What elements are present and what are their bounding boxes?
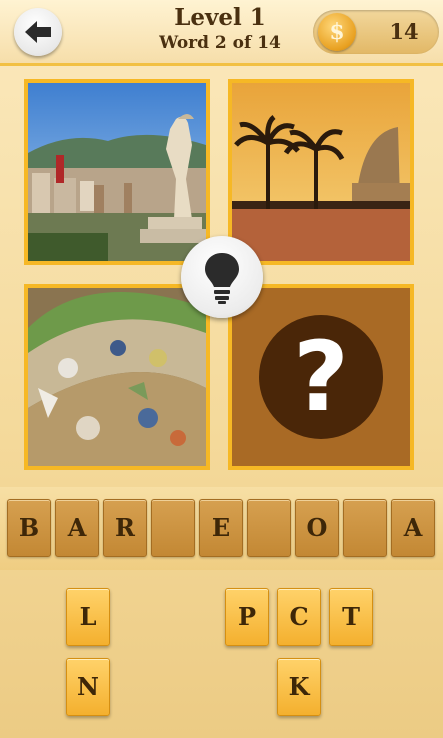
- letter-key-c[interactable]: C: [277, 588, 321, 646]
- letter-key-t[interactable]: T: [329, 588, 373, 646]
- letter-key-k[interactable]: K: [277, 658, 321, 716]
- answer-slot[interactable]: R: [103, 499, 147, 557]
- answer-slot[interactable]: A: [55, 499, 99, 557]
- answer-slot[interactable]: [343, 499, 387, 557]
- coin-counter[interactable]: $ 14: [313, 10, 439, 54]
- answer-slot[interactable]: B: [7, 499, 51, 557]
- word-progress: Word 2 of 14: [159, 33, 281, 53]
- hint-button[interactable]: [181, 236, 263, 318]
- back-arrow-icon: [25, 21, 51, 43]
- answer-slot[interactable]: [247, 499, 291, 557]
- answer-slot[interactable]: E: [199, 499, 243, 557]
- coin-count: 14: [389, 19, 419, 44]
- coin-icon: $: [318, 13, 356, 51]
- lightbulb-icon: [205, 253, 239, 304]
- picture-3-mosaic-bench[interactable]: [24, 284, 210, 470]
- level-title: Level 1: [174, 4, 266, 31]
- letter-key-l[interactable]: L: [66, 588, 110, 646]
- picture-4-hidden[interactable]: ?: [228, 284, 414, 470]
- picture-1-statue-skyline[interactable]: [24, 79, 210, 265]
- answer-area: B A R E O A: [0, 487, 443, 570]
- picture-2-beach-palms[interactable]: [228, 79, 414, 265]
- letter-key-p[interactable]: P: [225, 588, 269, 646]
- answer-slot[interactable]: A: [391, 499, 435, 557]
- level-title-block: Level 1 Word 2 of 14: [120, 4, 320, 54]
- back-button[interactable]: [14, 8, 62, 56]
- letter-key-n[interactable]: N: [66, 658, 110, 716]
- question-mark-icon: ?: [259, 315, 383, 439]
- answer-slot[interactable]: O: [295, 499, 339, 557]
- top-bar: Level 1 Word 2 of 14 $ 14: [0, 0, 443, 66]
- answer-slot[interactable]: [151, 499, 195, 557]
